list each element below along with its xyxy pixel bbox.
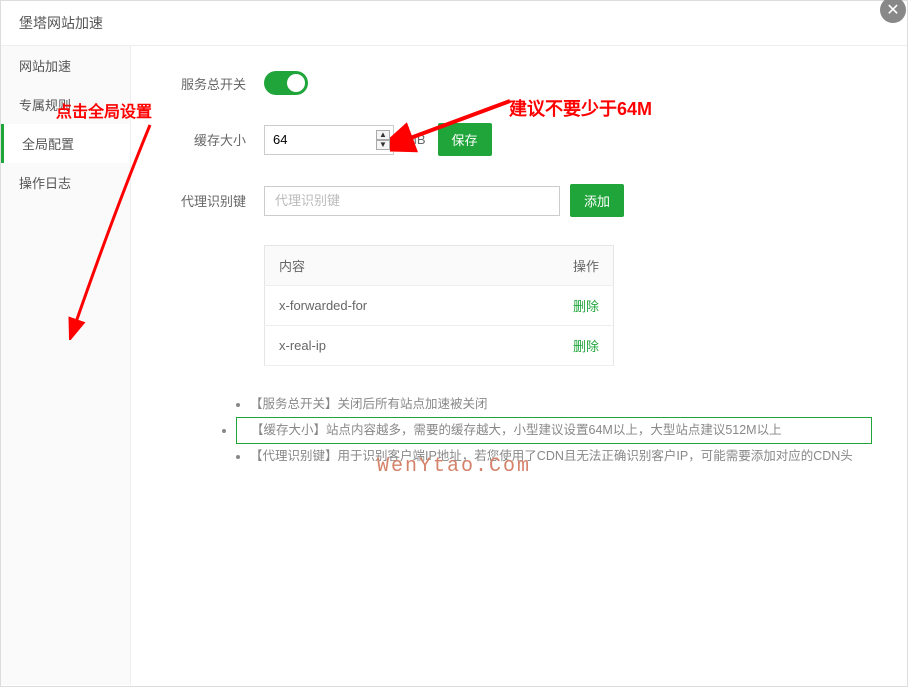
label-service-switch: 服务总开关 <box>166 74 246 93</box>
modal-body: 网站加速 专属规则 全局配置 操作日志 服务总开关 缓存大小 ▲ ▼ MB 保存 <box>1 46 907 685</box>
toggle-service-switch[interactable] <box>264 71 308 95</box>
label-cache-size: 缓存大小 <box>166 130 246 149</box>
input-proxy-key[interactable] <box>264 186 560 216</box>
label-proxy-key: 代理识别键 <box>166 191 246 210</box>
row-cache-size: 缓存大小 ▲ ▼ MB 保存 <box>166 123 872 156</box>
delete-link[interactable]: 删除 <box>573 339 599 354</box>
note-item-highlighted: 【缓存大小】站点内容越多，需要的缓存越大，小型建议设置64M以上，大型站点建议5… <box>236 417 872 444</box>
spinner-down-icon[interactable]: ▼ <box>376 140 390 150</box>
modal-title: 堡塔网站加速 <box>1 1 907 46</box>
th-action: 操作 <box>502 246 613 286</box>
table-row: x-forwarded-for 删除 <box>265 286 614 326</box>
spinner: ▲ ▼ <box>376 125 390 155</box>
add-button[interactable]: 添加 <box>570 184 624 217</box>
spinner-up-icon[interactable]: ▲ <box>376 130 390 140</box>
content: 服务总开关 缓存大小 ▲ ▼ MB 保存 代理识别键 添加 <box>131 46 907 685</box>
row-proxy-key: 代理识别键 添加 <box>166 184 872 217</box>
save-button[interactable]: 保存 <box>438 123 492 156</box>
watermark: WenYtao.Com <box>377 455 531 478</box>
row-service-switch: 服务总开关 <box>166 71 872 95</box>
cell-content: x-real-ip <box>265 326 503 366</box>
modal: ✕ 堡塔网站加速 网站加速 专属规则 全局配置 操作日志 服务总开关 缓存大小 … <box>0 0 908 687</box>
unit-mb: MB <box>406 132 426 147</box>
sidebar: 网站加速 专属规则 全局配置 操作日志 <box>1 46 131 685</box>
sidebar-item-logs[interactable]: 操作日志 <box>1 163 130 202</box>
note-item: 【代理识别键】用于识别客户端IP地址，若您使用了CDN且无法正确识别客户IP，可… <box>250 444 872 469</box>
sidebar-item-global-config[interactable]: 全局配置 <box>1 124 130 163</box>
delete-link[interactable]: 删除 <box>573 299 599 314</box>
notes-list: 【服务总开关】关闭后所有站点加速被关闭 【缓存大小】站点内容越多，需要的缓存越大… <box>230 392 872 469</box>
input-cache-size[interactable] <box>264 125 394 155</box>
proxy-key-table: 内容 操作 x-forwarded-for 删除 x-real-ip 删除 <box>264 245 614 366</box>
th-content: 内容 <box>265 246 503 286</box>
note-item: 【服务总开关】关闭后所有站点加速被关闭 <box>250 392 872 417</box>
sidebar-item-rules[interactable]: 专属规则 <box>1 85 130 124</box>
sidebar-item-site-accel[interactable]: 网站加速 <box>1 46 130 85</box>
table-row: x-real-ip 删除 <box>265 326 614 366</box>
cell-content: x-forwarded-for <box>265 286 503 326</box>
